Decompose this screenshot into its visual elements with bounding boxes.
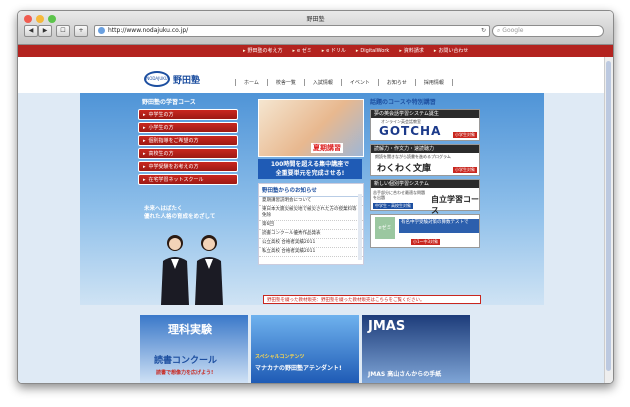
news-item[interactable]: 私立高校 合格者実績2011 <box>259 248 363 257</box>
page-scrollbar[interactable] <box>604 57 613 383</box>
site-header: NODAJUKU 野田塾 ホーム 校舎一覧 入試情報 イベント お知らせ 採用情… <box>18 57 613 93</box>
target-badge: 小学生対象 <box>453 132 477 138</box>
banner-title: スペシャルコンテンツ <box>255 354 305 360</box>
scrollbar-thumb[interactable] <box>606 61 611 371</box>
ezemi-logo: eゼミ <box>375 217 395 239</box>
slogan-line: 優れた人格の育成をめざして <box>144 214 216 220</box>
course-link[interactable]: 高校生の方 <box>138 148 238 159</box>
main-nav-item[interactable]: お知らせ <box>377 79 415 86</box>
science-banner[interactable]: 理科実験 読書コンクール 読書で想像力を広げよう! <box>140 315 248 383</box>
page-content: 野田塾の学習コース 中学生の方 小学生の方 個別指導をご希望の方 高校生の方 中… <box>18 93 613 383</box>
top-nav-item[interactable]: お問い合わせ <box>434 45 468 57</box>
gotcha-banner[interactable]: 夢の英会話学習システム誕生 オンライン英会話教室 GOTCHA 小学生対象 <box>370 109 480 141</box>
materials-link[interactable]: 野田塾を綴った教材販売：野田塾を綴った教材販売はこちらをご覧ください。 <box>263 295 481 304</box>
top-nav-item[interactable]: e ゼミ <box>293 45 312 57</box>
banner-subtext: 有名中学受験対策の算数テストで <box>399 219 479 233</box>
feature-column: 夏期講習 100時間を超える集中講座で 全重要単元を完成させる! 野田塾からのお… <box>258 99 364 265</box>
banner-subtext: 苦手部分に合わせ最適な問題を出題 <box>373 190 425 200</box>
banner-caption: 読解力・作文力・速読聴力 <box>371 145 479 153</box>
site-logo[interactable]: NODAJUKU 野田塾 <box>144 71 200 87</box>
browser-toolbar: ◀ ▶ ☐ + http://www.nodajuku.co.jp/ ↻ ⌕ G… <box>22 24 609 38</box>
attendant-photo <box>161 235 223 305</box>
news-item[interactable]: 東日本大震災被災地で被災された方の授業料等免除 <box>259 206 363 221</box>
promo-line: 100時間を超える集中講座で <box>270 161 350 168</box>
banner-title: 理科実験 <box>168 323 212 336</box>
course-link[interactable]: 小学生の方 <box>138 122 238 133</box>
top-nav-item[interactable]: 野田塾の考え方 <box>243 45 283 57</box>
address-bar[interactable]: http://www.nodajuku.co.jp/ ↻ <box>94 25 490 37</box>
banner-subtitle: JMAS 高山さんからの手紙 <box>368 371 442 378</box>
main-nav-item[interactable]: 校舎一覧 <box>266 79 304 86</box>
search-placeholder: Google <box>502 27 524 34</box>
banner-note: 読書で想像力を広げよう! <box>156 370 214 376</box>
top-navigation-bar: 野田塾の考え方 e ゼミ e ドリル DigitalWork 資料請求 お問い合… <box>18 45 613 57</box>
add-bookmark-button[interactable]: + <box>74 25 88 37</box>
wakuwaku-logo: わくわく文庫 <box>377 164 432 174</box>
slogan-line: 未来へはばたく <box>144 206 183 212</box>
banner-subtext: 朗読を聞きながら読書を進めるプログラム <box>375 154 451 159</box>
course-menu-heading: 野田塾の学習コース <box>142 99 196 106</box>
news-heading: 野田塾からのお知らせ <box>259 184 363 197</box>
jmas-banner[interactable]: JMAS JMAS 高山さんからの手紙 <box>362 315 470 383</box>
forward-button[interactable]: ▶ <box>38 25 52 37</box>
main-nav-item[interactable]: 採用情報 <box>414 79 453 86</box>
logo-name: 野田塾 <box>173 75 201 86</box>
logo-mark: NODAJUKU <box>144 71 170 87</box>
banner-subtitle: マナカナの野田塾アテンダント! <box>255 365 342 372</box>
jiritsu-logo: 自立学習コース <box>431 195 479 215</box>
ezemi-banner[interactable]: eゼミ 有名中学受験対策の算数テストで 小1〜中3対象 <box>370 214 480 248</box>
url-text: http://www.nodajuku.co.jp/ <box>108 27 189 34</box>
news-item[interactable]: 夏期講習説明会について <box>259 197 363 206</box>
main-nav: ホーム 校舎一覧 入試情報 イベント お知らせ 採用情報 <box>235 79 453 86</box>
course-link[interactable]: 個別指導をご希望の方 <box>138 135 238 146</box>
manakana-banner[interactable]: スペシャルコンテンツ マナカナの野田塾アテンダント! <box>251 315 359 383</box>
banner-subtitle: 読書コンクール <box>154 356 218 366</box>
banner-title: JMAS <box>368 319 406 334</box>
news-scrollbar[interactable] <box>358 194 362 260</box>
jiritsu-banner[interactable]: 新しい個別学習システム 苦手部分に合わせ最適な問題を出題 自立学習コース 中学生… <box>370 179 480 215</box>
special-courses: 話題のコースや特別講習 夢の英会話学習システム誕生 オンライン英会話教室 GOT… <box>370 97 480 251</box>
summer-course-title: 夏期講習 <box>311 143 343 153</box>
globe-icon <box>98 27 105 34</box>
news-panel: 野田塾からのお知らせ 夏期講習説明会について 東日本大震災被災地で被災された方の… <box>258 183 364 265</box>
course-link[interactable]: 在宅学習ネットスクール <box>138 174 238 185</box>
main-nav-item[interactable]: イベント <box>340 79 378 86</box>
top-nav-item[interactable]: e ドリル <box>322 45 346 57</box>
target-badge: 中学生・高校生対象 <box>373 203 413 209</box>
main-nav-item[interactable]: 入試情報 <box>303 79 341 86</box>
course-menu: 野田塾の学習コース 中学生の方 小学生の方 個別指導をご希望の方 高校生の方 中… <box>138 97 246 221</box>
search-field[interactable]: ⌕ Google <box>492 25 604 37</box>
target-badge: 小1〜中3対象 <box>411 239 441 245</box>
promo-line: 全重要単元を完成させる! <box>275 170 345 177</box>
course-link[interactable]: 中学生の方 <box>138 109 238 120</box>
summer-course-promo[interactable]: 100時間を超える集中講座で 全重要単元を完成させる! <box>258 159 362 179</box>
top-nav-item[interactable]: 資料請求 <box>399 45 424 57</box>
banner-caption: 新しい個別学習システム <box>371 180 479 188</box>
gotcha-logo: GOTCHA <box>379 124 442 138</box>
course-link[interactable]: 中学受験をお考えの方 <box>138 161 238 172</box>
special-courses-heading: 話題のコースや特別講習 <box>370 99 436 106</box>
search-icon: ⌕ <box>497 27 501 34</box>
news-item[interactable]: 第6回 <box>259 221 363 230</box>
summer-course-photo[interactable]: 夏期講習 <box>258 99 364 157</box>
back-button[interactable]: ◀ <box>24 25 38 37</box>
banner-row: 理科実験 読書コンクール 読書で想像力を広げよう! スペシャルコンテンツ マナカ… <box>140 315 470 383</box>
news-item[interactable]: 読書コンクール優秀作品発表 <box>259 230 363 239</box>
wakuwaku-banner[interactable]: 読解力・作文力・速読聴力 朗読を聞きながら読書を進めるプログラム わくわく文庫 … <box>370 144 480 176</box>
top-nav: 野田塾の考え方 e ゼミ e ドリル DigitalWork 資料請求 お問い合… <box>243 45 469 57</box>
browser-window: 野田塾 ◀ ▶ ☐ + http://www.nodajuku.co.jp/ ↻… <box>17 10 614 384</box>
window-title: 野田塾 <box>306 16 325 23</box>
news-item[interactable]: 公立高校 合格者実績2011 <box>259 239 363 248</box>
target-badge: 小学生対象 <box>453 167 477 173</box>
slogan: 未来へはばたく 優れた人格の育成をめざして <box>144 205 246 221</box>
top-nav-item[interactable]: DigitalWork <box>356 45 389 57</box>
title-bar: 野田塾 ◀ ▶ ☐ + http://www.nodajuku.co.jp/ ↻… <box>18 11 613 45</box>
reload-icon[interactable]: ↻ <box>481 26 486 36</box>
banner-caption: 夢の英会話学習システム誕生 <box>371 110 479 118</box>
main-nav-item[interactable]: ホーム <box>235 79 267 86</box>
bookmark-button[interactable]: ☐ <box>56 25 70 37</box>
